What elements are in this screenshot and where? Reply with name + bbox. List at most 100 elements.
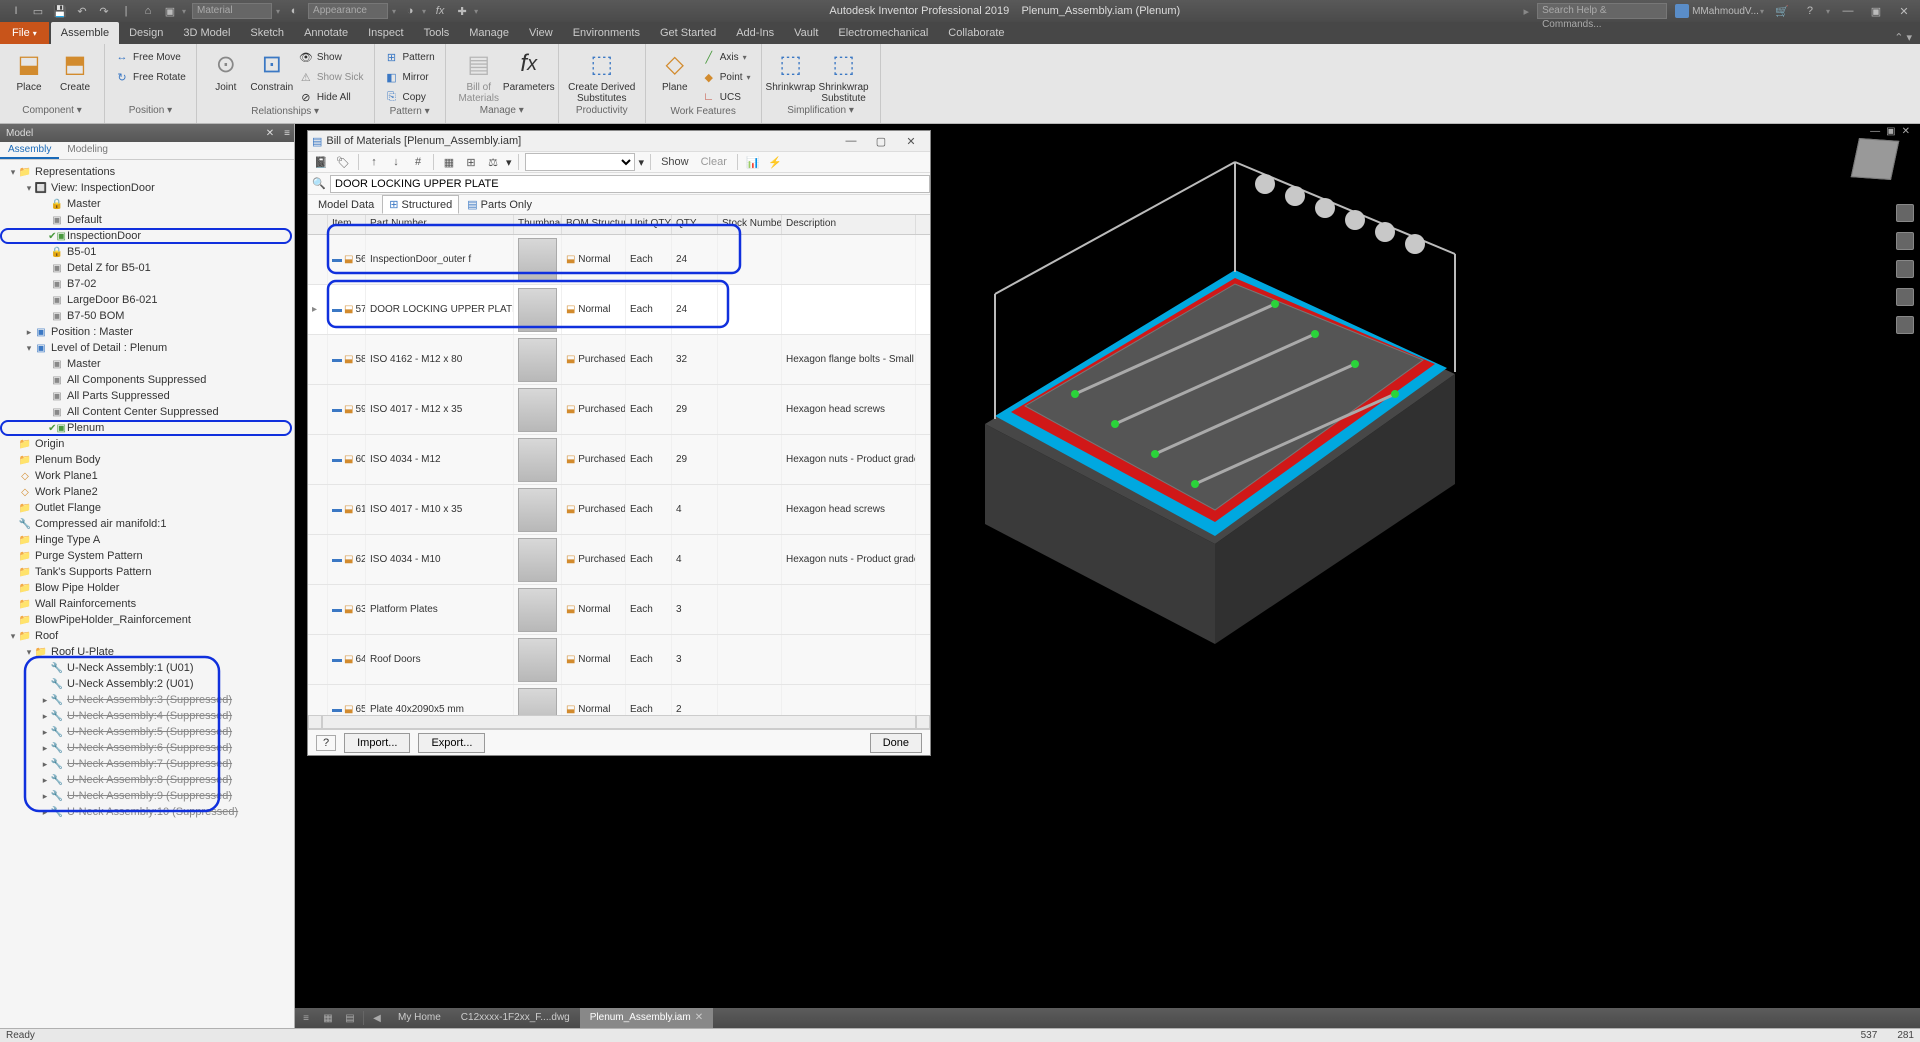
show-button[interactable]: 👁Show bbox=[297, 48, 366, 66]
tree-node[interactable]: ▣All Content Center Suppressed bbox=[2, 404, 292, 420]
close-icon[interactable]: ✕ bbox=[1894, 5, 1914, 18]
tree-node[interactable]: ▣B7-50 BOM bbox=[2, 308, 292, 324]
cart-icon[interactable]: 🛒 bbox=[1772, 5, 1792, 18]
minimize-icon[interactable]: — bbox=[1838, 5, 1858, 17]
table-row[interactable]: ▬⬓ 56InspectionDoor_outer f⬓ NormalEach2… bbox=[308, 235, 930, 285]
table-row[interactable]: ▬⬓ 60ISO 4034 - M12⬓ PurchasedEach29Hexa… bbox=[308, 435, 930, 485]
tree-node[interactable]: 📁Wall Rainforcements bbox=[2, 596, 292, 612]
tree-node[interactable]: 🔒B5-01 bbox=[2, 244, 292, 260]
ribbon-tab-electromech[interactable]: Electromechanical bbox=[828, 22, 938, 44]
bom-grid-body[interactable]: ▬⬓ 56InspectionDoor_outer f⬓ NormalEach2… bbox=[308, 235, 930, 715]
help-dropdown-icon[interactable]: ▾ bbox=[1826, 7, 1830, 16]
shrinkwrap-button[interactable]: ⬚Shrinkwrap bbox=[770, 48, 812, 104]
tree-node[interactable]: 🔧Compressed air manifold:1 bbox=[2, 516, 292, 532]
ribbon-tab-3dmodel[interactable]: 3D Model bbox=[173, 22, 240, 44]
tab-modeling[interactable]: Modeling bbox=[59, 142, 116, 159]
filter-input[interactable] bbox=[330, 175, 930, 193]
tree-node[interactable]: 📁Hinge Type A bbox=[2, 532, 292, 548]
color-icon[interactable]: ◑ bbox=[402, 3, 418, 19]
hide-all-button[interactable]: ⊘Hide All bbox=[297, 88, 366, 106]
tree-node[interactable]: 📁Plenum Body bbox=[2, 452, 292, 468]
tree-node[interactable]: ▾🔲View: InspectionDoor bbox=[2, 180, 292, 196]
tb-dropdown-icon[interactable]: ▾ bbox=[506, 156, 512, 169]
model-tree[interactable]: ▾📁Representations▾🔲View: InspectionDoor🔒… bbox=[0, 160, 294, 1028]
tab-assembly[interactable]: Assembly bbox=[0, 142, 59, 159]
tab-model-data[interactable]: Model Data bbox=[312, 197, 380, 213]
tree-node[interactable]: ✔▣InspectionDoor bbox=[0, 228, 292, 244]
tab-structured[interactable]: ⊞Structured bbox=[382, 195, 459, 214]
tb-renumber-icon[interactable]: # bbox=[409, 153, 427, 171]
column-header[interactable]: Stock Number bbox=[718, 215, 782, 234]
copy-button[interactable]: ⎘Copy bbox=[383, 88, 437, 106]
tb-part-number-icon[interactable]: 🏷 bbox=[334, 153, 352, 171]
column-header[interactable]: Thumbnail bbox=[514, 215, 562, 234]
column-header[interactable]: Part Number bbox=[366, 215, 514, 234]
column-header[interactable]: Unit QTY bbox=[626, 215, 672, 234]
select-dropdown-icon[interactable]: ▾ bbox=[182, 7, 186, 16]
import-button[interactable]: Import... bbox=[344, 733, 410, 753]
material-dropdown[interactable]: Material bbox=[192, 3, 272, 19]
column-header[interactable]: Description bbox=[782, 215, 916, 234]
column-header[interactable]: BOM Structure bbox=[562, 215, 626, 234]
panel-options-icon[interactable]: ≡ bbox=[284, 128, 294, 139]
file-tab[interactable]: File ▾ bbox=[0, 22, 49, 44]
column-header[interactable] bbox=[308, 215, 328, 234]
bom-button[interactable]: ▤Bill of Materials bbox=[454, 48, 504, 104]
tree-node[interactable]: ▸▣Position : Master bbox=[2, 324, 292, 340]
table-row[interactable]: ▬⬓ 64Roof Doors⬓ NormalEach3 bbox=[308, 635, 930, 685]
tree-node[interactable]: ▣Master bbox=[2, 356, 292, 372]
tree-node[interactable]: ▣LargeDoor B6-021 bbox=[2, 292, 292, 308]
tree-node[interactable]: 📁Origin bbox=[2, 436, 292, 452]
hscroll[interactable] bbox=[322, 715, 916, 729]
tree-node[interactable]: ▸🔧U-Neck Assembly:7 (Suppressed) bbox=[2, 756, 292, 772]
plus-icon[interactable]: ✚ bbox=[454, 3, 470, 19]
tree-node[interactable]: 📁Blow Pipe Holder bbox=[2, 580, 292, 596]
bom-minimize-icon[interactable]: — bbox=[836, 135, 866, 147]
home-icon[interactable]: ⌂ bbox=[140, 3, 156, 19]
dropdown-arrow-icon[interactable]: ▾ bbox=[392, 7, 396, 16]
tree-node[interactable]: 📁Outlet Flange bbox=[2, 500, 292, 516]
axis-button[interactable]: ╱Axis ▾ bbox=[700, 48, 753, 66]
parameters-button[interactable]: fxParameters bbox=[508, 48, 550, 104]
doctab-list-icon[interactable]: ≡ bbox=[295, 1013, 317, 1024]
ribbon-tab-tools[interactable]: Tools bbox=[414, 22, 460, 44]
qat-customize-icon[interactable]: ▾ bbox=[474, 7, 478, 16]
tree-node[interactable]: ▸🔧U-Neck Assembly:3 (Suppressed) bbox=[2, 692, 292, 708]
tree-node[interactable]: 🔒Master bbox=[2, 196, 292, 212]
nav-wheel-icon[interactable] bbox=[1896, 204, 1914, 222]
tb-expand-icon[interactable]: ⊞ bbox=[462, 153, 480, 171]
ribbon-tab-design[interactable]: Design bbox=[119, 22, 173, 44]
joint-button[interactable]: ⊙Joint bbox=[205, 48, 247, 106]
ribbon-tab-vault[interactable]: Vault bbox=[784, 22, 828, 44]
show-link[interactable]: Show bbox=[657, 156, 693, 168]
free-rotate-button[interactable]: ↻Free Rotate bbox=[113, 68, 188, 86]
show-sick-button[interactable]: ⚠Show Sick bbox=[297, 68, 366, 86]
doctab-dwg[interactable]: C12xxxx-1F2xx_F....dwg bbox=[451, 1008, 580, 1028]
panel-close-icon[interactable]: ✕ bbox=[266, 128, 278, 139]
tab-close-icon[interactable]: ✕ bbox=[695, 1008, 703, 1028]
tree-node[interactable]: ✔▣Plenum bbox=[0, 420, 292, 436]
tree-node[interactable]: ▣B7-02 bbox=[2, 276, 292, 292]
table-row[interactable]: ▬⬓ 61ISO 4017 - M10 x 35⬓ PurchasedEach4… bbox=[308, 485, 930, 535]
redo-icon[interactable]: ↷ bbox=[96, 3, 112, 19]
tree-node[interactable]: ◇Work Plane2 bbox=[2, 484, 292, 500]
tree-node[interactable]: ▾📁Roof bbox=[2, 628, 292, 644]
nav-zoom-icon[interactable] bbox=[1896, 260, 1914, 278]
tree-node[interactable]: ▸🔧U-Neck Assembly:8 (Suppressed) bbox=[2, 772, 292, 788]
table-row[interactable]: ▬⬓ 59ISO 4017 - M12 x 35⬓ PurchasedEach2… bbox=[308, 385, 930, 435]
ribbon-tab-manage[interactable]: Manage bbox=[459, 22, 519, 44]
tree-node[interactable]: 🔧U-Neck Assembly:2 (U01) bbox=[2, 676, 292, 692]
tb-health-icon[interactable]: ⚡ bbox=[766, 153, 784, 171]
tree-node[interactable]: 📁Tank's Supports Pattern bbox=[2, 564, 292, 580]
constrain-button[interactable]: ⊡Constrain bbox=[251, 48, 293, 106]
tree-node[interactable]: 📁BlowPipeHolder_Rainforcement bbox=[2, 612, 292, 628]
done-button[interactable]: Done bbox=[870, 733, 922, 753]
user-account[interactable]: MMahmoudV...▾ bbox=[1675, 4, 1764, 18]
tree-node[interactable]: ▾📁Representations bbox=[2, 164, 292, 180]
undo-icon[interactable]: ↶ bbox=[74, 3, 90, 19]
tree-node[interactable]: ▣Default bbox=[2, 212, 292, 228]
export-button[interactable]: Export... bbox=[418, 733, 485, 753]
tree-node[interactable]: ▸🔧U-Neck Assembly:9 (Suppressed) bbox=[2, 788, 292, 804]
create-button[interactable]: ⬒Create bbox=[54, 48, 96, 93]
viewport-3d[interactable]: — ▣ ✕ ▤ Bill of Materials [Plenum bbox=[295, 124, 1920, 1028]
